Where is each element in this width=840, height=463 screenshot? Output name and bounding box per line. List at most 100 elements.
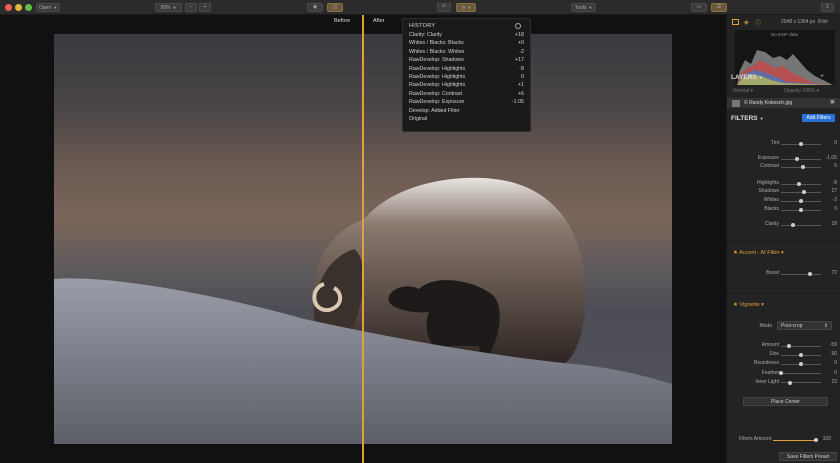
slider-knob[interactable] [799,352,803,357]
accent-ai-filter-header[interactable]: ★ Accent - AI Filter ▾ [733,250,784,256]
before-after-divider[interactable] [362,15,364,463]
history-item[interactable]: RawDevelop: Exposure -1.05 [409,98,524,106]
minimize-window-button[interactable] [15,4,22,11]
inner-light-slider[interactable]: Inner Light 23 [727,379,840,387]
histogram-tab-icon[interactable] [732,19,739,25]
slider-label: Contrast [760,163,779,169]
roundness-slider[interactable]: Roundness 0 [727,360,840,368]
slider-knob[interactable] [799,141,803,146]
slider-knob[interactable] [795,156,799,161]
slider-knob[interactable] [779,371,783,376]
feather-slider[interactable]: Feather 0 [727,370,840,378]
slider-label: Size [769,351,779,358]
vignette-header[interactable]: ★ Vignette ▾ [733,302,764,308]
close-window-button[interactable] [5,4,12,11]
slider-knob[interactable] [802,189,807,194]
slider-label: Clarity [764,221,779,227]
history-item[interactable]: RawDevelop: Highlights 0 [409,73,524,81]
place-center-button[interactable]: Place Center [743,397,828,406]
slider-value: 23 [831,378,837,385]
history-item[interactable]: RawDevelop: Contrast +6 [409,90,524,98]
history-item[interactable]: RawDevelop: Highlights -8 [409,65,524,73]
history-item[interactable]: Whites / Blacks: Blacks +0 [409,39,524,47]
filters-amount-slider[interactable]: Filters Amount 100 [727,436,840,444]
filters-header[interactable]: FILTERS ▼ [731,115,764,122]
whites-slider[interactable]: Whites -2 [727,197,840,205]
share-button[interactable]: ⇪ [821,3,834,12]
slider-knob[interactable] [788,380,793,385]
slider-value: -8 [832,180,837,186]
undo-button[interactable]: ↶ [437,3,451,12]
before-label: Before [334,18,351,24]
zoom-dropdown[interactable]: 99% ▼ [155,3,182,12]
layers-tab-icon[interactable]: ◈ [744,19,749,26]
contrast-slider[interactable]: Contrast 6 [727,163,840,171]
clarity-slider[interactable]: Clarity 18 [727,221,840,229]
slider-label: Tint [770,140,779,146]
blacks-slider[interactable]: Blacks 0 [727,206,840,214]
slider-knob[interactable] [799,362,803,367]
after-label: After [373,18,385,24]
slider-label: Roundness [753,360,779,367]
highlights-slider[interactable]: Highlights -8 [727,180,840,188]
lock-icon[interactable]: ▣ [830,99,835,105]
layer-blend-mode[interactable]: Normal ▾ [733,88,753,94]
history-item[interactable]: RawDevelop: Highlights +1 [409,81,524,89]
shadows-slider[interactable]: Shadows 17 [727,188,840,196]
layers-header[interactable]: LAYERS ▼ [731,74,763,81]
history-list: Clarity: Clarity +18 Whites / Blacks: Bla… [409,31,524,123]
history-search-icon[interactable] [515,23,521,29]
layer-row[interactable]: © Randy Kokesch.jpg ▣ [727,98,840,108]
maximize-window-button[interactable] [25,4,32,11]
vignette-mode-label: Mode [759,323,772,329]
save-filters-preset-button[interactable]: Save Filters Preset [779,452,837,461]
vignette-mode-select[interactable]: Post-crop ⇕ [777,321,832,330]
panels-icon: ▭ [696,4,702,10]
amount-slider[interactable]: Amount -59 [727,342,840,350]
history-button[interactable]: ◷ ▼ [456,3,476,12]
slider-track[interactable] [781,382,821,384]
slider-track[interactable] [781,224,821,226]
add-filters-button[interactable]: Add Filters [802,114,835,122]
slider-label: Blacks [764,206,779,212]
slider-value: 0 [834,206,837,212]
history-item[interactable]: Whites / Blacks: Whites -2 [409,48,524,56]
slider-knob[interactable] [797,181,802,186]
adjust-panel-button[interactable]: ☰ [711,3,727,12]
slider-value: 0 [834,140,837,146]
tint-slider[interactable]: Tint 0 [727,140,840,148]
tools-dropdown[interactable]: Tools ▼ [571,3,596,12]
layout-toggle-button[interactable]: ▭ [691,3,707,12]
slider-knob[interactable] [798,198,803,203]
zoom-out-button[interactable]: − [185,3,197,12]
slider-label: Boost [766,270,779,276]
size-slider[interactable]: Size 50 [727,351,840,359]
history-panel: HISTORY Clarity: Clarity +18 Whites / Bla… [402,18,531,132]
slider-track[interactable] [781,191,821,193]
share-icon: ⇪ [825,4,830,10]
open-button[interactable]: Open ▼ [36,3,60,12]
history-item[interactable]: Clarity: Clarity +18 [409,31,524,39]
slider-track[interactable] [781,273,821,275]
boost-slider[interactable]: Boost 72 [727,270,840,278]
compare-toggle-button[interactable]: ◫ [327,3,343,12]
slider-knob[interactable] [787,343,792,348]
zoom-in-button[interactable]: + [199,3,211,12]
slider-value: -1.05 [825,155,837,161]
history-item[interactable]: RawDevelop: Shadows +17 [409,56,524,64]
slider-label: Feather [761,369,779,376]
slider-label: Whites [763,197,779,203]
info-tab-icon[interactable]: ⓘ [755,18,761,27]
add-layer-button[interactable]: + [820,73,824,80]
slider-track[interactable] [781,373,821,375]
preview-toggle-button[interactable]: ◉ [307,3,323,12]
history-item[interactable]: Original [409,115,524,123]
slider-knob[interactable] [801,164,805,169]
slider-knob[interactable] [807,271,812,276]
layer-opacity[interactable]: Opacity 100% ▾ [784,88,819,94]
history-item[interactable]: Develop: Added Filter [409,107,524,115]
exposure-slider[interactable]: Exposure -1.05 [727,155,840,163]
slider-knob[interactable] [799,207,803,212]
slider-knob[interactable] [791,222,795,227]
slider-track[interactable] [781,158,821,160]
